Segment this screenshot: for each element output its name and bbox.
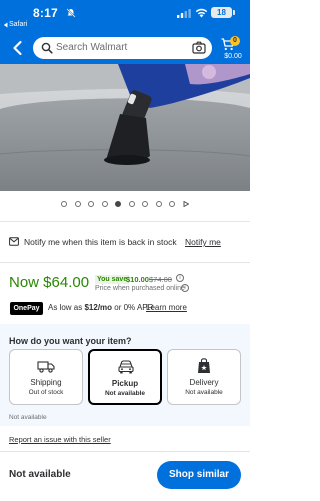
status-bar: 8:17 18 Safari (0, 0, 250, 28)
delivery-option[interactable]: Delivery Not available (167, 349, 241, 405)
carousel-dot[interactable] (156, 201, 162, 207)
pickup-option[interactable]: Pickup Not available (88, 349, 162, 405)
carousel-dot-active[interactable] (115, 201, 121, 207)
pickup-status: Not available (104, 390, 146, 397)
image-carousel-dots (0, 199, 250, 209)
financing-text: As low as $12/mo or 0% APR (48, 303, 153, 312)
availability-note: Not available (9, 414, 47, 421)
cellular-signal-icon (177, 9, 191, 18)
carousel-dot[interactable] (129, 201, 135, 207)
bell-muted-icon (66, 8, 76, 18)
section-divider (0, 262, 250, 263)
product-image[interactable] (0, 64, 250, 191)
notify-row: Notify me when this item is back in stoc… (0, 232, 250, 252)
cart-button[interactable]: 0 $0.00 (218, 35, 248, 61)
cart-count-badge: 0 (230, 36, 240, 46)
you-save-badge: You save (95, 275, 130, 284)
save-amount: $10.00 (126, 275, 149, 284)
carousel-dot[interactable] (75, 201, 81, 207)
notify-me-link[interactable]: Notify me (185, 237, 221, 247)
delivery-status: Not available (185, 389, 223, 396)
learn-more-link[interactable]: Learn more (146, 303, 187, 312)
info-icon[interactable]: i (181, 284, 189, 292)
notify-message: Notify me when this item is back in stoc… (24, 237, 177, 247)
pickup-title: Pickup (111, 379, 139, 388)
shipping-option[interactable]: Shipping Out of stock (9, 349, 83, 405)
financing-amount: $12/mo (84, 303, 113, 312)
bag-icon (198, 358, 210, 373)
carousel-dot[interactable] (88, 201, 94, 207)
carousel-dot[interactable] (61, 201, 67, 207)
was-price: $74.00 (149, 275, 172, 284)
section-divider (0, 451, 250, 452)
info-icon[interactable]: i (176, 274, 184, 282)
camera-icon[interactable] (192, 41, 206, 54)
current-price: Now $64.00 (9, 274, 90, 291)
back-arrow-icon[interactable] (11, 40, 25, 56)
car-icon (118, 360, 134, 374)
section-divider (0, 221, 250, 222)
vacuum-product-photo (0, 64, 250, 191)
shipping-title: Shipping (30, 378, 62, 387)
financing-prefix: As low as (48, 303, 85, 312)
wifi-icon (195, 8, 208, 18)
carousel-dot[interactable] (169, 201, 175, 207)
delivery-title: Delivery (189, 378, 219, 387)
shipping-status: Out of stock (28, 389, 64, 396)
availability-status: Not available (9, 469, 71, 480)
truck-icon (37, 361, 55, 373)
shop-similar-button[interactable]: Shop similar (157, 461, 241, 489)
carousel-dot[interactable] (142, 201, 148, 207)
status-time: 8:17 (33, 6, 58, 20)
search-icon (41, 42, 53, 54)
fulfillment-heading: How do you want your item? (9, 336, 132, 346)
battery-indicator: 18 (211, 7, 235, 18)
report-seller-link[interactable]: Report an issue with this seller (9, 435, 111, 444)
app-header: 8:17 18 Safari Search Walmart 0 $0.00 (0, 0, 250, 64)
onepay-logo: OnePay (10, 302, 43, 315)
back-to-safari[interactable]: Safari (3, 21, 27, 28)
mail-icon (9, 237, 19, 246)
search-bar[interactable]: Search Walmart (33, 37, 212, 59)
carousel-dot[interactable] (102, 201, 108, 207)
price-note: Price when purchased online (95, 285, 185, 292)
cart-total: $0.00 (224, 53, 242, 60)
back-app-label: Safari (9, 21, 28, 28)
back-triangle-icon (3, 22, 8, 27)
search-input[interactable]: Search Walmart (56, 41, 127, 55)
video-play-icon[interactable] (183, 201, 189, 207)
